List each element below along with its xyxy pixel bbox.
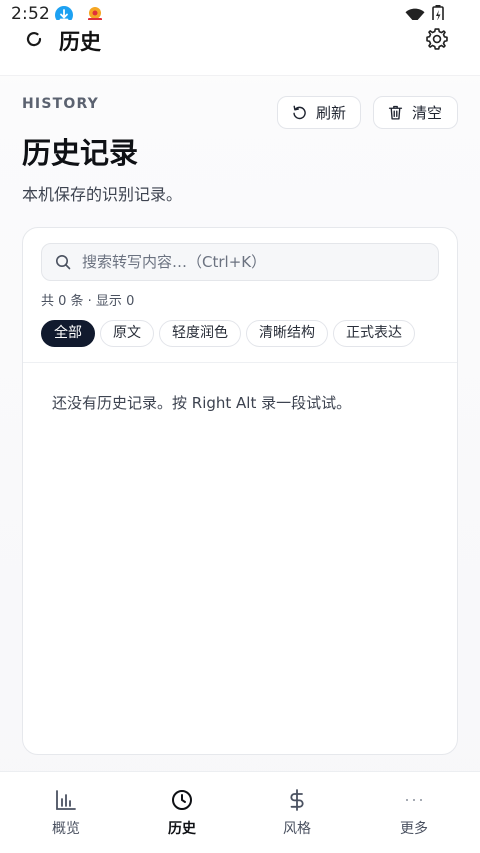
filter-chips: 全部 原文 轻度润色 清晰结构 正式表达: [41, 320, 415, 347]
page-subtitle: 本机保存的识别记录。: [22, 185, 183, 204]
search-input[interactable]: [82, 244, 432, 280]
settings-button[interactable]: [424, 26, 450, 52]
nav-label-history: 历史: [168, 821, 196, 837]
filter-chip-all[interactable]: 全部: [41, 320, 95, 347]
search-box[interactable]: [41, 243, 439, 281]
empty-state-message: 还没有历史记录。按 Right Alt 录一段试试。: [52, 394, 352, 412]
nav-label-overview: 概览: [52, 821, 80, 837]
page-title: 历史记录: [22, 136, 139, 170]
card-divider: [23, 362, 457, 363]
dollar-icon: [285, 788, 309, 812]
bar-chart-icon: [54, 788, 78, 812]
nav-label-style: 风格: [283, 821, 311, 837]
clock-icon: [170, 788, 194, 812]
spinner-icon: [24, 29, 44, 53]
clear-button[interactable]: 清空: [373, 96, 458, 129]
nav-item-overview[interactable]: 概览: [6, 772, 126, 853]
history-card: 共 0 条 · 显示 0 全部 原文 轻度润色 清晰结构 正式表达 还没有历史记…: [22, 227, 458, 755]
filter-chip-light-polish[interactable]: 轻度润色: [159, 320, 241, 347]
filter-chip-original[interactable]: 原文: [100, 320, 154, 347]
page-eyebrow: HISTORY: [22, 96, 100, 112]
nav-item-style[interactable]: 风格: [237, 772, 357, 853]
filter-chip-clear-structure[interactable]: 清晰结构: [246, 320, 328, 347]
more-dots-icon: [402, 788, 426, 812]
gear-icon: [426, 28, 448, 50]
bottom-nav: 概览 历史 风格 更多: [0, 771, 480, 853]
refresh-icon: [293, 105, 306, 120]
refresh-button-label: 刷新: [316, 104, 347, 122]
filter-chip-formal[interactable]: 正式表达: [333, 320, 415, 347]
trash-icon: [388, 105, 403, 120]
clear-button-label: 清空: [412, 104, 443, 122]
search-icon: [55, 254, 71, 274]
app-root: 2:52 历史 HISTORY 历史记录 本机保存的识别记录。 刷新 清空 搜索…: [0, 0, 480, 853]
app-bar-title: 历史: [59, 30, 101, 54]
nav-item-more[interactable]: 更多: [354, 772, 474, 853]
refresh-button[interactable]: 刷新: [277, 96, 361, 129]
result-count: 共 0 条 · 显示 0: [41, 294, 135, 309]
nav-label-more: 更多: [400, 821, 428, 837]
app-bar: 历史: [0, 20, 480, 76]
nav-item-history[interactable]: 历史: [122, 772, 242, 853]
